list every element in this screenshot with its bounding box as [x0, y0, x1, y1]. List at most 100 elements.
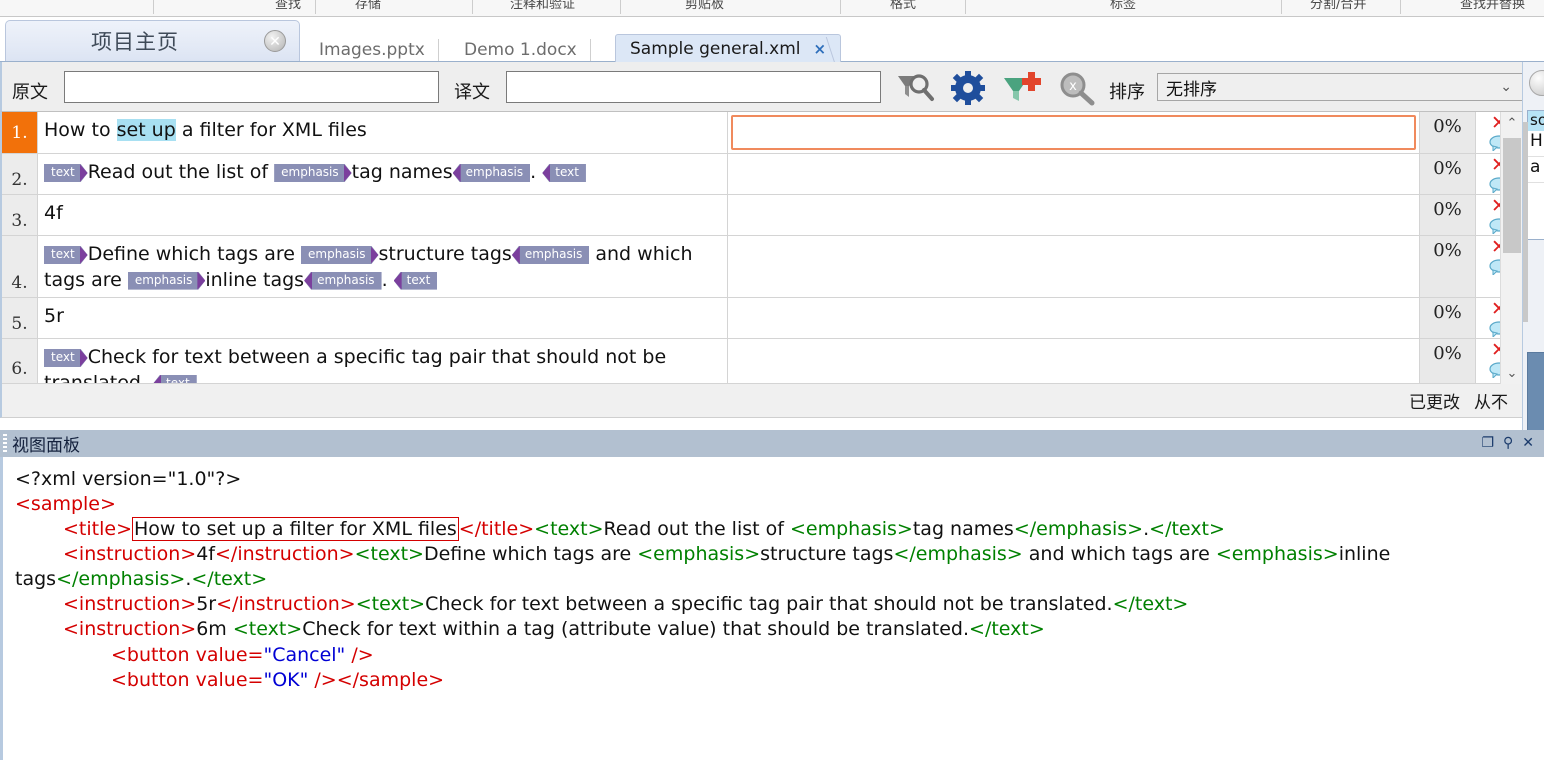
inline-tag-chip[interactable]: text: [44, 349, 88, 367]
segment-source-cell[interactable]: How to set up a filter for XML files: [38, 112, 728, 153]
xml-text: structure tags: [760, 543, 894, 566]
scroll-down-icon[interactable]: ⌄: [1501, 362, 1523, 384]
ribbon-separator-6: [1281, 0, 1282, 14]
target-filter-input[interactable]: [506, 71, 881, 103]
xml-attribute-value: "OK": [263, 668, 309, 691]
source-filter-label: 原文: [12, 82, 48, 103]
segment-number[interactable]: 3.: [2, 195, 38, 235]
segment-row[interactable]: 6. text Check for text between a specific …: [2, 339, 1522, 384]
segment-target-cell[interactable]: [728, 112, 1420, 153]
segment-source-cell[interactable]: text Read out the list of emphasis tag nam…: [38, 154, 728, 194]
xml-tag: <instruction>: [63, 618, 197, 641]
segment-target-cell[interactable]: [728, 154, 1420, 194]
sort-order-select[interactable]: 无排序 ⌄: [1157, 73, 1523, 101]
clear-filter-icon[interactable]: x: [1054, 70, 1100, 106]
inline-tag-chip[interactable]: emphasis: [128, 272, 206, 290]
xml-line-0: <?xml version="1.0"?>: [15, 467, 1538, 492]
segment-source-text: 4f: [44, 202, 63, 224]
segment-number[interactable]: 5.: [2, 298, 38, 338]
ribbon-separator-7: [1400, 0, 1401, 14]
ribbon-groups: 查找 存储 注释和验证 剪贴板 格式 标签 分割/合并 查找并替换: [0, 0, 1544, 16]
inline-tag-chip[interactable]: emphasis: [511, 246, 590, 264]
xml-text: 6m: [196, 618, 233, 641]
segment-row[interactable]: 1. How to set up a filter for XML files 0%…: [2, 112, 1522, 154]
segment-number[interactable]: 6.: [2, 339, 38, 383]
segment-row[interactable]: 4. text Define which tags are emphasis stru…: [2, 236, 1522, 298]
inline-tag-chip[interactable]: emphasis: [301, 246, 379, 264]
inline-tag-chip[interactable]: emphasis: [452, 164, 531, 182]
segment-row[interactable]: 3. 4f 0% ✕: [2, 195, 1522, 236]
xml-source-view[interactable]: <?xml version="1.0"?> <sample> <title> How …: [0, 457, 1544, 760]
xml-tag: <emphasis>: [789, 518, 913, 541]
scroll-up-icon[interactable]: ⌃: [1501, 112, 1523, 134]
xml-text: Define which tags are: [423, 543, 638, 566]
document-tab-2[interactable]: Sample general.xml ×: [615, 34, 842, 62]
segment-source-cell[interactable]: text Check for text between a specific ta…: [38, 339, 728, 383]
document-tab-bar: 项目主页 ✕ Images.pptx Demo 1.docx Sample gene…: [0, 17, 1544, 63]
segment-source-cell[interactable]: 5r: [38, 298, 728, 338]
inline-tag-chip[interactable]: emphasis: [274, 164, 352, 182]
xml-tag: <button value=: [111, 643, 264, 666]
segment-grid-scrollbar[interactable]: ⌃ ⌄: [1500, 112, 1522, 384]
pin-panel-icon[interactable]: ⚲: [1503, 435, 1513, 451]
xml-tag: </instruction>: [215, 543, 355, 566]
segment-number[interactable]: 2.: [2, 154, 38, 194]
document-tab-close-icon[interactable]: ×: [814, 40, 827, 58]
document-tab-1[interactable]: Demo 1.docx: [450, 37, 591, 62]
xml-tag: </text>: [1149, 518, 1225, 541]
tab-project-home-close-icon[interactable]: ✕: [264, 30, 286, 52]
inline-tag-chip[interactable]: text: [542, 164, 586, 182]
segment-target-cell[interactable]: [728, 236, 1420, 297]
segment-row[interactable]: 2. text Read out the list of emphasis tag n…: [2, 154, 1522, 195]
xml-line-1: <sample>: [15, 492, 1538, 517]
segment-target-cell[interactable]: [728, 195, 1420, 235]
inline-tag-chip[interactable]: text: [44, 164, 88, 182]
rail-round-button-icon[interactable]: [1529, 70, 1544, 96]
xml-text: <?xml version="1.0"?>: [15, 468, 242, 490]
segment-source-text: .: [530, 161, 543, 183]
segment-grid[interactable]: 1. How to set up a filter for XML files 0%…: [0, 112, 1522, 384]
segment-source-text: a filter for XML files: [175, 119, 367, 141]
close-panel-icon[interactable]: ✕: [1522, 435, 1534, 451]
filter-settings-gear-icon[interactable]: [946, 70, 992, 106]
float-panel-icon[interactable]: ❐: [1481, 435, 1494, 451]
xml-text: Check for text within a tag (attribute v…: [302, 618, 970, 641]
xml-tag: <text>: [232, 618, 303, 641]
segment-number[interactable]: 4.: [2, 236, 38, 297]
xml-text: inline: [1338, 543, 1391, 566]
xml-line-2: <title> How to set up a filter for XML fi…: [15, 517, 1538, 542]
xml-tag: <button value=: [111, 668, 264, 691]
ribbon-separator-2: [472, 0, 473, 14]
inline-tag-chip[interactable]: text: [44, 246, 88, 264]
ribbon-separator-5: [965, 0, 966, 14]
segment-match-percent: 0%: [1420, 298, 1476, 338]
segment-source-text: inline tags: [205, 268, 305, 291]
tab-project-home[interactable]: 项目主页 ✕: [5, 20, 300, 61]
ribbon-separator-0: [153, 0, 154, 14]
target-filter-label: 译文: [454, 82, 490, 103]
view-panel-title-bar: 视图面板 ❐ ⚲ ✕: [0, 430, 1544, 457]
add-filter-icon[interactable]: [1000, 70, 1046, 106]
segment-number[interactable]: 1.: [2, 112, 38, 153]
segment-row[interactable]: 5. 5r 0% ✕: [2, 298, 1522, 339]
segment-source-cell[interactable]: text Define which tags are emphasis struct…: [38, 236, 728, 297]
segment-target-cell[interactable]: [728, 298, 1420, 338]
xml-line-4: tags</emphasis>.</text>: [15, 567, 1538, 592]
xml-line-7: <button value="Cancel" />: [15, 643, 1538, 668]
rail-scrollbar[interactable]: [1523, 122, 1528, 322]
inline-tag-chip[interactable]: emphasis: [304, 271, 382, 290]
inline-tag-chip[interactable]: text: [393, 271, 438, 290]
ribbon-group-label-3: 剪贴板: [685, 0, 725, 12]
filter-search-icon[interactable]: [890, 70, 936, 106]
scrollbar-thumb[interactable]: [1503, 138, 1521, 253]
segment-match-percent: 0%: [1420, 339, 1476, 383]
inline-tag-chip[interactable]: text: [153, 374, 197, 383]
document-tab-0[interactable]: Images.pptx: [305, 37, 439, 62]
xml-tag: </text>: [969, 618, 1045, 641]
source-filter-input[interactable]: [64, 71, 439, 103]
panel-drag-grip[interactable]: [3, 434, 7, 453]
segment-target-cell[interactable]: [728, 339, 1420, 383]
xml-tag: <sample>: [15, 493, 116, 516]
segment-source-cell[interactable]: 4f: [38, 195, 728, 235]
xml-text: and which tags are: [1022, 543, 1216, 566]
